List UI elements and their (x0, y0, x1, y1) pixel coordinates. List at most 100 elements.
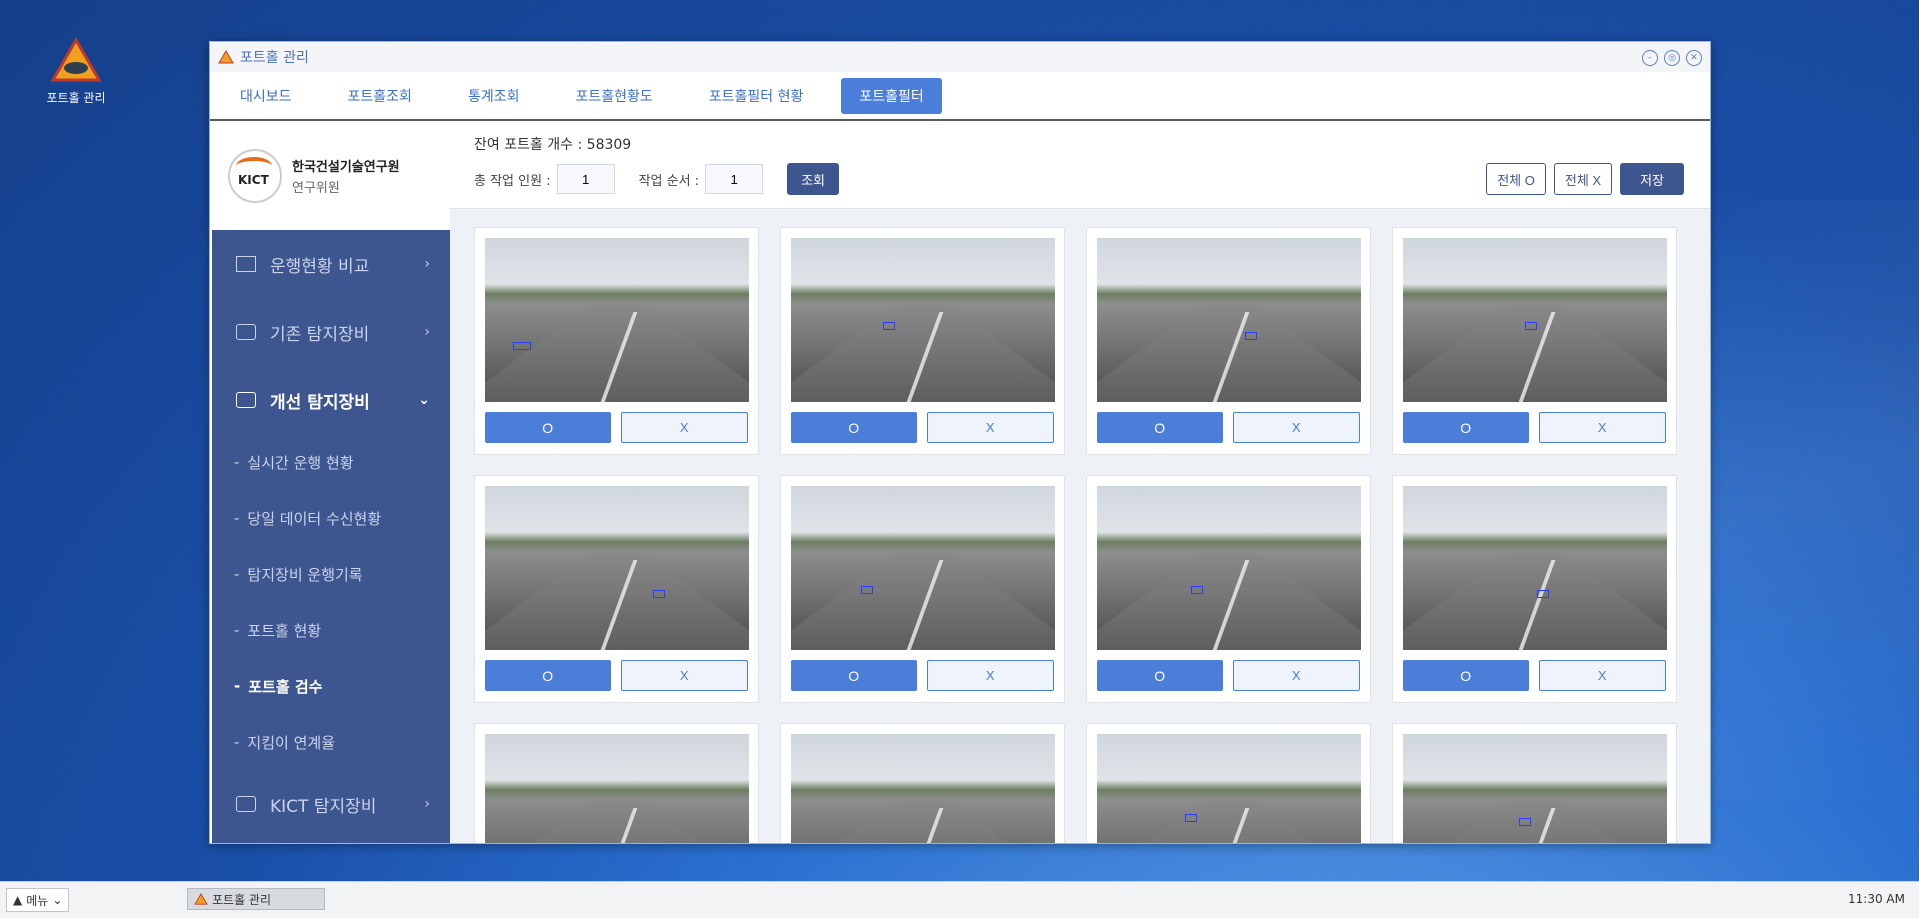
sidebar-sub-realtime[interactable]: 실시간 운행 현황 (212, 434, 450, 490)
select-all-x-button[interactable]: 전체 X (1553, 163, 1613, 195)
sidebar-sub-pothole-status[interactable]: 포트홀 현황 (212, 602, 450, 658)
reject-button[interactable]: X (1538, 412, 1666, 443)
approve-button[interactable]: O (485, 660, 611, 691)
sidebar-item-kict-device[interactable]: KICT 탐지장비 › (212, 770, 450, 838)
save-button[interactable]: 저장 (1620, 163, 1684, 195)
image-grid: OX OX OX OX OX OX O X O X (474, 227, 1684, 843)
title-bar[interactable]: 포트홀 관리 – ◎ ✕ (210, 42, 1710, 72)
pothole-card: OX (1392, 227, 1677, 455)
tab-bar: 대시보드 포트홀조회 통계조회 포트홀현황도 포트홀필터 현황 포트홀필터 (210, 72, 1710, 121)
sidebar-item-operation-compare[interactable]: 운행현황 비교 › (212, 230, 450, 298)
chevron-right-icon: › (424, 256, 430, 272)
close-icon[interactable]: ✕ (1686, 50, 1702, 66)
menu-logo-icon: ▲ (13, 893, 23, 907)
kict-logo: KICT (228, 149, 282, 203)
app-warning-icon (194, 893, 208, 905)
sidebar: KICT 한국건설기술연구원 연구위원 운행현황 비교 › 기존 탐지장비 › … (212, 122, 450, 843)
window-controls: – ◎ ✕ (1642, 50, 1702, 66)
approve-button[interactable]: O (1403, 412, 1529, 443)
pothole-card (1086, 723, 1371, 843)
desktop-icon-pothole[interactable]: 포트홀 관리 (40, 36, 112, 106)
start-menu-button[interactable]: ▲ 메뉴 ⌄ (6, 888, 70, 912)
approve-button[interactable]: O (1097, 412, 1223, 443)
taskbar: ▲ 메뉴 ⌄ 포트홀 관리 11:30 AM (0, 881, 1919, 918)
reject-button[interactable]: X (620, 660, 748, 691)
search-button[interactable]: 조회 (787, 163, 839, 195)
pothole-card: OX (780, 227, 1065, 455)
detection-box (1191, 586, 1203, 594)
taskbar-app-pothole[interactable]: 포트홀 관리 (187, 888, 325, 910)
minimize-icon[interactable]: – (1642, 50, 1658, 66)
reject-button[interactable]: X (620, 412, 748, 443)
order-label: 작업 순서 : (638, 173, 700, 189)
chevron-down-icon: ⌄ (418, 392, 430, 408)
sidebar-item-label: 운행현황 비교 (270, 256, 370, 277)
reject-button[interactable]: X (1232, 660, 1360, 691)
pothole-card: OX (1086, 475, 1371, 703)
road-image (485, 486, 749, 650)
app-warning-icon (218, 50, 234, 64)
desktop-icon-label: 포트홀 관리 (46, 91, 106, 105)
restore-icon[interactable]: ◎ (1664, 50, 1680, 66)
menu-label: 메뉴 (26, 893, 49, 908)
select-all-o-button[interactable]: 전체 O (1486, 163, 1546, 195)
sidebar-item-label: KICT 탐지장비 (270, 796, 377, 817)
tab-filter-status[interactable]: 포트홀필터 현황 (691, 78, 822, 114)
road-image (1097, 486, 1361, 650)
road-image (1403, 734, 1667, 843)
reject-button[interactable]: X (1538, 660, 1666, 691)
user-profile: KICT 한국건설기술연구원 연구위원 (212, 122, 450, 230)
sidebar-sub-daily-data[interactable]: 당일 데이터 수신현황 (212, 490, 450, 546)
pothole-warning-icon (50, 36, 102, 82)
road-image (791, 238, 1055, 402)
chevron-right-icon: › (424, 796, 430, 812)
reject-button[interactable]: X (926, 660, 1054, 691)
road-image (1097, 238, 1361, 402)
approve-button[interactable]: O (791, 412, 917, 443)
detection-box (1245, 332, 1257, 340)
sidebar-sub-device-log[interactable]: 탐지장비 운행기록 (212, 546, 450, 602)
road-image (791, 486, 1055, 650)
reject-button[interactable]: X (926, 412, 1054, 443)
tab-statistics[interactable]: 통계조회 (450, 78, 538, 114)
window-title: 포트홀 관리 (240, 50, 309, 66)
sidebar-item-label: 개선 탐지장비 (270, 392, 370, 413)
detection-box (1185, 814, 1197, 822)
user-role: 연구위원 (292, 181, 340, 196)
pothole-card: OX (474, 227, 759, 455)
tab-dashboard[interactable]: 대시보드 (222, 78, 310, 114)
sidebar-sub-pothole-review[interactable]: 포트홀 검수 (212, 658, 450, 714)
road-image (485, 734, 749, 843)
kict-device-icon (236, 796, 256, 812)
approve-button[interactable]: O (1403, 660, 1529, 691)
order-input[interactable] (705, 164, 764, 194)
organization-name: 한국건설기술연구원 (292, 160, 400, 175)
sidebar-sub-guardian-link[interactable]: 지킴이 연계율 (212, 714, 450, 770)
tab-pothole-search[interactable]: 포트홀조회 (330, 78, 430, 114)
triangle-icon (236, 256, 256, 272)
sidebar-item-label: 기존 탐지장비 (270, 324, 370, 345)
reject-button[interactable]: X (1232, 412, 1360, 443)
detection-box (1525, 322, 1537, 330)
detection-box (653, 590, 665, 598)
pothole-card (780, 723, 1065, 843)
road-image (1403, 238, 1667, 402)
workers-input[interactable] (556, 164, 615, 194)
clock: 11:30 AM (1848, 892, 1905, 906)
workers-label: 총 작업 인원 : (474, 173, 551, 189)
camera-icon (236, 392, 256, 408)
approve-button[interactable]: O (485, 412, 611, 443)
approve-button[interactable]: O (1097, 660, 1223, 691)
main-panel: 잔여 포트홀 개수 : 58309 총 작업 인원 : 작업 순서 : 조회 전… (450, 122, 1710, 843)
remaining-count: 잔여 포트홀 개수 : 58309 (474, 137, 632, 153)
detection-box (1537, 590, 1549, 598)
road-image (1403, 486, 1667, 650)
tab-pothole-map[interactable]: 포트홀현황도 (557, 78, 670, 114)
approve-button[interactable]: O (791, 660, 917, 691)
pothole-card: OX (474, 475, 759, 703)
sidebar-item-legacy-device[interactable]: 기존 탐지장비 › (212, 298, 450, 366)
pothole-card: OX (1086, 227, 1371, 455)
sidebar-item-improved-device[interactable]: 개선 탐지장비 ⌄ (212, 366, 450, 434)
tab-pothole-filter[interactable]: 포트홀필터 (841, 77, 942, 114)
chevron-down-icon: ⌄ (52, 893, 63, 907)
